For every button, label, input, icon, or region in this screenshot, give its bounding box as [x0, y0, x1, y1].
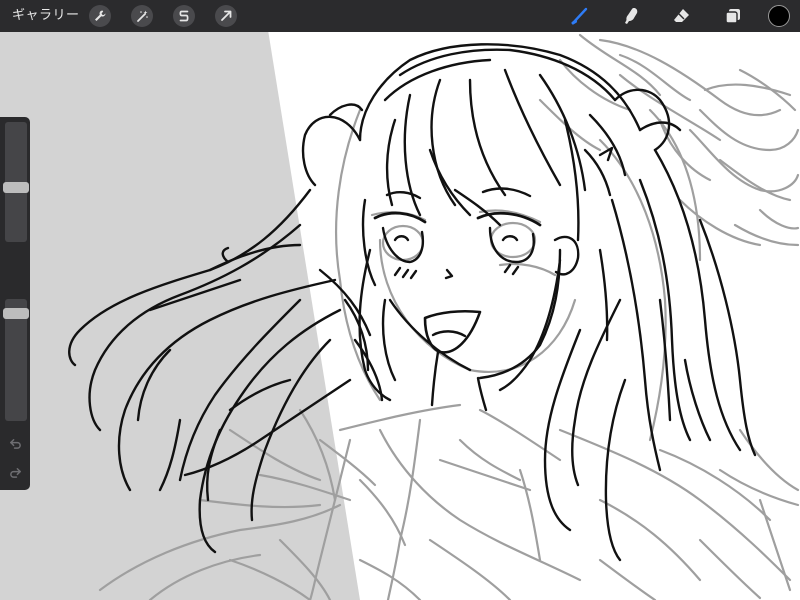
brush-icon: [571, 7, 588, 25]
layers-tool[interactable]: [721, 4, 745, 28]
smudge-tool[interactable]: [620, 4, 644, 28]
color-picker-swatch[interactable]: [768, 5, 790, 27]
selection-button[interactable]: [173, 5, 195, 27]
eraser-icon: [674, 9, 689, 22]
brush-size-slider-thumb[interactable]: [3, 181, 29, 193]
magic-wand-icon: [137, 10, 148, 22]
brush-tool[interactable]: [568, 4, 592, 28]
artwork-svg: [0, 0, 800, 600]
top-toolbar: ギャラリー: [0, 0, 800, 32]
redo-arrow-icon: [9, 467, 21, 478]
wrench-icon: [95, 10, 106, 21]
undo-button[interactable]: [8, 436, 22, 450]
eraser-tool[interactable]: [670, 4, 694, 28]
redo-button[interactable]: [8, 465, 22, 479]
smudge-icon: [625, 8, 638, 24]
actions-button[interactable]: [89, 5, 111, 27]
layers-icon: [725, 9, 740, 24]
drawing-canvas[interactable]: [0, 0, 800, 600]
undo-arrow-icon: [9, 438, 21, 449]
brush-opacity-slider-thumb[interactable]: [3, 307, 29, 319]
left-sidebar: [0, 117, 30, 490]
transform-arrow-icon: [221, 10, 232, 21]
selection-s-icon: [179, 10, 189, 22]
gallery-button[interactable]: ギャラリー: [12, 0, 80, 32]
adjustments-button[interactable]: [131, 5, 153, 27]
transform-button[interactable]: [215, 5, 237, 27]
